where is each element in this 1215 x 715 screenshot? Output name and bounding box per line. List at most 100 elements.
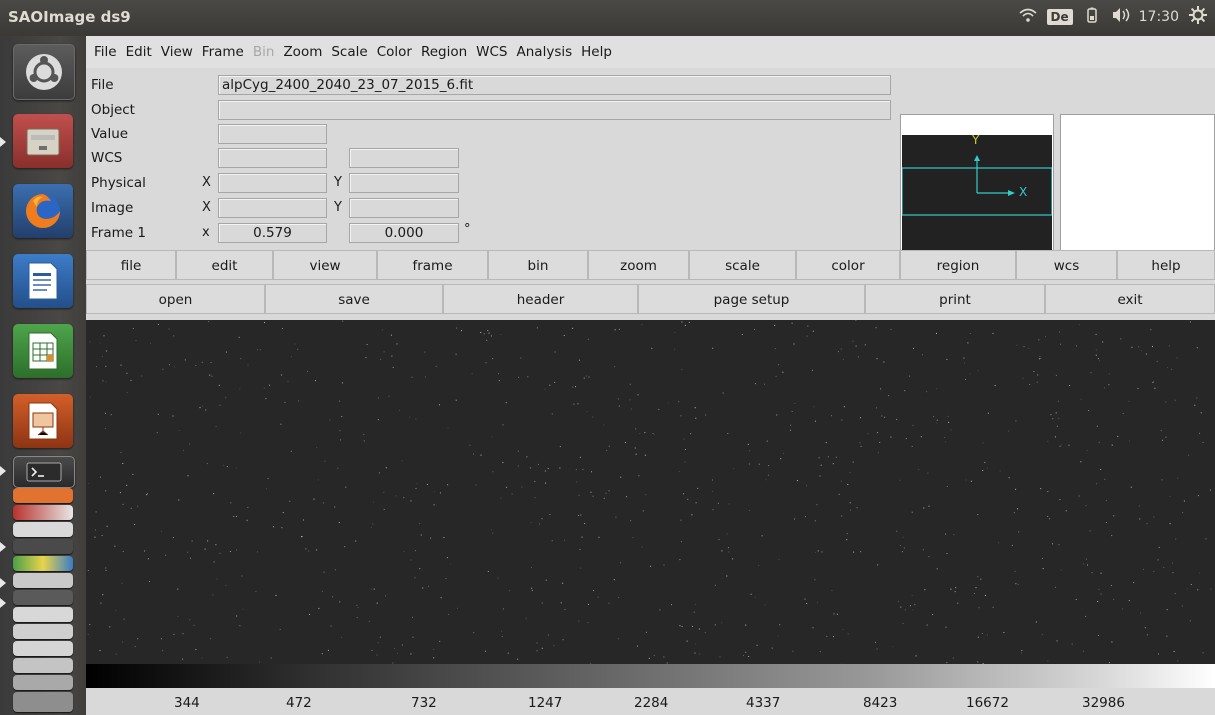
- colorbar-tick: 732: [411, 695, 437, 711]
- colorbar-scale: 344 472 732 1247 2284 4337 8423 16672 32…: [86, 688, 1215, 715]
- physical-x-label: X: [202, 175, 211, 190]
- launcher-stack-item[interactable]: [13, 641, 73, 656]
- colorbar[interactable]: [86, 664, 1215, 688]
- image-canvas[interactable]: [86, 320, 1215, 664]
- clock[interactable]: 17:30: [1139, 9, 1179, 25]
- btn-file[interactable]: file: [86, 250, 176, 280]
- menu-analysis[interactable]: Analysis: [517, 44, 573, 60]
- menu-scale[interactable]: Scale: [331, 44, 367, 60]
- image-y-label: Y: [334, 200, 342, 215]
- settings-gear-icon[interactable]: [1189, 6, 1207, 28]
- top-panel: SAOImage ds9 De 17:30: [0, 0, 1215, 36]
- terminal-icon[interactable]: [13, 456, 75, 488]
- btn-exit[interactable]: exit: [1045, 284, 1215, 314]
- physical-y-label: Y: [334, 175, 342, 190]
- ubuntu-dash-icon[interactable]: [13, 44, 75, 100]
- btn-zoom[interactable]: zoom: [588, 250, 689, 280]
- libreoffice-calc-icon[interactable]: [13, 324, 73, 378]
- btn-page-setup[interactable]: page setup: [638, 284, 865, 314]
- btn-color[interactable]: color: [796, 250, 900, 280]
- btn-bin[interactable]: bin: [488, 250, 588, 280]
- menu-file[interactable]: File: [94, 44, 117, 60]
- btn-help[interactable]: help: [1117, 250, 1215, 280]
- file-label: File: [91, 77, 114, 93]
- physical-x-field: [218, 173, 327, 193]
- battery-icon[interactable]: [1083, 7, 1101, 27]
- degree-symbol: °: [464, 222, 471, 237]
- launcher-stack-item[interactable]: [13, 488, 73, 503]
- value-field: [218, 124, 327, 144]
- frame-zoom-axis-label: x: [202, 225, 210, 240]
- launcher-stack-item[interactable]: [13, 658, 73, 673]
- colorbar-tick: 4337: [746, 695, 781, 711]
- colorbar-tick: 2284: [634, 695, 669, 711]
- btn-header[interactable]: header: [443, 284, 638, 314]
- ds9-window: File Edit View Frame Bin Zoom Scale Colo…: [86, 36, 1215, 715]
- physical-label: Physical: [91, 175, 146, 191]
- wcs-x-field: [218, 148, 327, 168]
- wcs-y-field: [349, 148, 459, 168]
- frame-angle-field: 0.000: [349, 223, 459, 243]
- panner-compass: [901, 155, 1053, 216]
- launcher-stack-item[interactable]: [13, 556, 73, 571]
- launcher-stack-item[interactable]: [13, 624, 73, 639]
- keyboard-layout-indicator[interactable]: De: [1046, 9, 1073, 25]
- launcher-stack-item[interactable]: [13, 590, 73, 605]
- colorbar-tick: 344: [174, 695, 200, 711]
- launcher-stack-item[interactable]: [13, 675, 73, 690]
- menu-edit[interactable]: Edit: [126, 44, 152, 60]
- firefox-icon[interactable]: [13, 184, 73, 238]
- libreoffice-impress-icon[interactable]: [13, 394, 73, 448]
- colorbar-tick: 1247: [528, 695, 563, 711]
- image-label: Image: [91, 200, 134, 216]
- image-x-field: [218, 198, 327, 218]
- menu-help[interactable]: Help: [581, 44, 612, 60]
- btn-wcs[interactable]: wcs: [1016, 250, 1117, 280]
- colorbar-tick: 32986: [1082, 695, 1125, 711]
- launcher-stack-item[interactable]: [13, 505, 73, 520]
- running-indicator: [0, 598, 6, 608]
- launcher-stack-item[interactable]: [13, 539, 73, 554]
- frame-label: Frame 1: [91, 225, 146, 241]
- panner-y-label: Y: [972, 133, 980, 147]
- file-field: alpCyg_2400_2040_23_07_2015_6.fit: [218, 75, 891, 95]
- launcher-stack-item[interactable]: [13, 573, 73, 588]
- btn-save[interactable]: save: [265, 284, 443, 314]
- running-indicator: [0, 542, 6, 552]
- menu-zoom[interactable]: Zoom: [283, 44, 322, 60]
- menu-view[interactable]: View: [161, 44, 193, 60]
- volume-icon[interactable]: [1111, 7, 1129, 27]
- image-x-label: X: [202, 200, 211, 215]
- btn-frame[interactable]: frame: [377, 250, 488, 280]
- panner-y-arrow: [974, 155, 980, 161]
- info-panel: File Object Value WCS Physical Image Fra…: [86, 68, 1215, 278]
- launcher-stack-item[interactable]: [13, 607, 73, 622]
- files-icon[interactable]: [13, 114, 73, 168]
- menu-wcs[interactable]: WCS: [476, 44, 507, 60]
- panner-x-label: X: [1019, 185, 1028, 199]
- btn-region[interactable]: region: [900, 250, 1016, 280]
- running-indicator: [0, 578, 6, 588]
- btn-edit[interactable]: edit: [176, 250, 273, 280]
- btn-open[interactable]: open: [86, 284, 265, 314]
- launcher-stack-item[interactable]: [13, 522, 73, 537]
- launcher-stack-item[interactable]: [13, 692, 73, 712]
- menu-color[interactable]: Color: [377, 44, 412, 60]
- frame-zoom-field: 0.579: [218, 223, 327, 243]
- panner[interactable]: Y X: [900, 114, 1054, 268]
- menu-bar: File Edit View Frame Bin Zoom Scale Colo…: [86, 36, 1215, 68]
- btn-print[interactable]: print: [865, 284, 1045, 314]
- btn-view[interactable]: view: [273, 250, 377, 280]
- menu-frame[interactable]: Frame: [202, 44, 244, 60]
- system-tray: De 17:30: [1019, 6, 1207, 28]
- menu-region[interactable]: Region: [421, 44, 467, 60]
- window-title: SAOImage ds9: [8, 8, 131, 26]
- colorbar-tick: 16672: [966, 695, 1009, 711]
- star-field: [87, 320, 1212, 664]
- physical-y-field: [349, 173, 459, 193]
- wifi-icon[interactable]: [1019, 7, 1037, 27]
- btn-scale[interactable]: scale: [689, 250, 796, 280]
- running-indicator: [0, 137, 6, 147]
- libreoffice-writer-icon[interactable]: [13, 254, 73, 308]
- running-indicator: [0, 466, 6, 476]
